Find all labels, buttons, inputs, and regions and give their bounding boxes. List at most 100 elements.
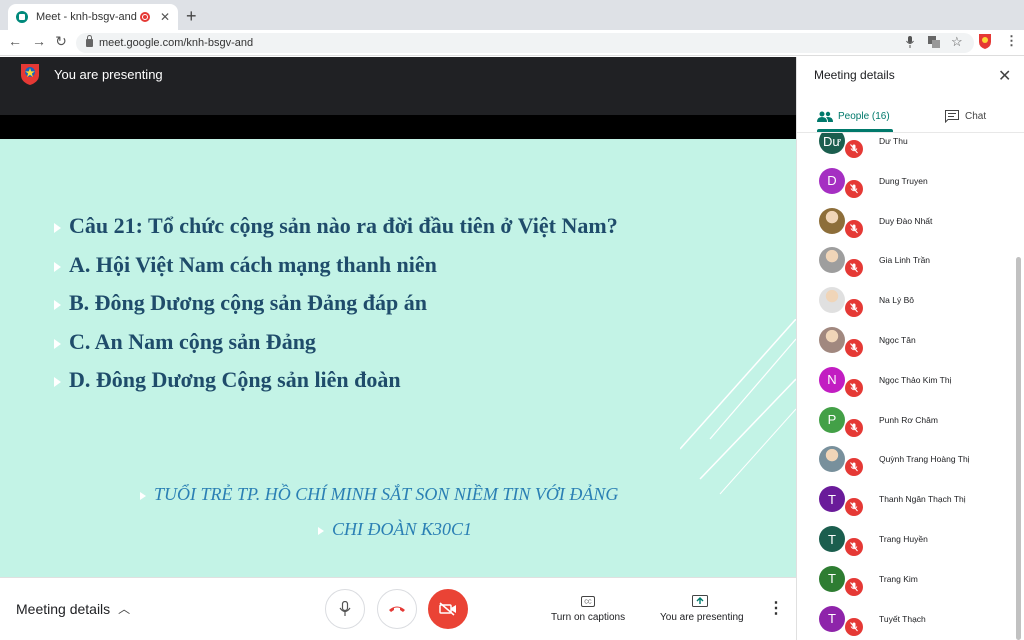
- present-screen-icon[interactable]: [692, 594, 708, 612]
- bullet-arrow-icon: [318, 526, 324, 535]
- participant-name: Ngọc Tân: [879, 335, 916, 345]
- participant-avatar: T: [819, 605, 845, 632]
- camera-off-button[interactable]: [428, 589, 468, 629]
- participant-name: Dung Truyen: [879, 175, 928, 186]
- browser-toolbar: ← → ↻ meet.google.com/knh-bsgv-and ☆ ⋮: [0, 30, 1024, 56]
- participant-row[interactable]: D Dung Truyen: [797, 167, 1015, 208]
- bullet-arrow-icon: [140, 491, 146, 500]
- tab-strip: Meet - knh-bsgv-and ✕ +: [0, 0, 1024, 30]
- participant-name: Dư Thu: [879, 136, 908, 146]
- slide-option-b-text: B. Đông Dương cộng sản Đảng đáp án: [69, 290, 427, 315]
- participant-avatar: Dư: [819, 133, 845, 154]
- more-options-icon[interactable]: ⋮: [768, 598, 784, 618]
- slide-decorative-lines: [680, 319, 796, 495]
- slide-branch-name-text: CHI ĐOÀN K30C1: [332, 519, 473, 539]
- meeting-details-label: Meeting details: [16, 600, 111, 617]
- participant-row[interactable]: Duy Đào Nhất: [797, 207, 1015, 248]
- back-icon[interactable]: ←: [6, 33, 24, 49]
- participant-name: Na Lý Bô: [879, 295, 914, 306]
- presentation-stage: You are presenting Câu 21: Tổ chức cộng …: [0, 57, 796, 577]
- slide-option-c-text: C. An Nam cộng sản Đảng: [69, 329, 316, 354]
- participant-name: Quỳnh Trang Hoàng Thị: [879, 454, 970, 465]
- leave-call-button[interactable]: [377, 589, 417, 629]
- participant-photo: [819, 446, 845, 473]
- participant-name: Gia Linh Trần: [879, 255, 931, 266]
- participant-avatar: T: [819, 526, 845, 552]
- browser-menu-icon[interactable]: ⋮: [1005, 33, 1018, 49]
- participant-row[interactable]: Na Lý Bô: [797, 287, 1015, 327]
- participant-row[interactable]: Quỳnh Trang Hoàng Thị: [797, 446, 1015, 486]
- slide-option-b: B. Đông Dương cộng sản Đảng đáp án: [54, 290, 427, 316]
- participant-name: Ngọc Thảo Kim Thị: [879, 374, 952, 385]
- participants-list[interactable]: Dư Dư Thu D Dung Truyen Duy Đào Nhất Gia Linh…: [797, 133, 1024, 640]
- participant-row[interactable]: Gia Linh Trần: [797, 247, 1015, 287]
- participant-row[interactable]: P Punh Rơ Châm: [797, 406, 1015, 447]
- forward-icon[interactable]: →: [30, 33, 48, 49]
- participant-row[interactable]: Ngọc Tân: [797, 327, 1015, 367]
- slide-option-d-text: D. Đông Dương Cộng sản liên đoàn: [69, 367, 401, 392]
- muted-microphone-icon: [845, 299, 863, 318]
- participant-avatar: T: [819, 486, 845, 513]
- profile-avatar-icon[interactable]: [978, 33, 992, 52]
- participant-name: Tuyết Thạch: [879, 613, 926, 624]
- close-panel-icon[interactable]: ✕: [998, 66, 1011, 86]
- tab-chat[interactable]: Chat: [945, 105, 986, 127]
- meet-favicon-icon: [16, 11, 28, 23]
- participant-avatar: P: [819, 406, 845, 433]
- participant-name: Trang Kim: [879, 573, 918, 584]
- tab-people-label: People (16): [838, 110, 890, 122]
- muted-microphone-icon: [845, 577, 863, 596]
- muted-microphone-icon: [845, 259, 863, 278]
- shared-slide: Câu 21: Tổ chức cộng sản nào ra đời đầu …: [0, 139, 796, 577]
- slide-motto-text: TUỔI TRẺ TP. HỒ CHÍ MINH SẮT SON NIỀM TI…: [154, 484, 619, 504]
- participant-photo: [819, 287, 845, 314]
- browser-tab[interactable]: Meet - knh-bsgv-and ✕: [8, 4, 178, 30]
- participants-scrollbar[interactable]: [1016, 257, 1021, 640]
- participant-row[interactable]: N Ngọc Thảo Kim Thị: [797, 366, 1015, 407]
- muted-microphone-icon: [845, 538, 863, 556]
- chevron-up-icon: ︿: [118, 602, 131, 616]
- meeting-details-panel: Meeting details ✕ People (16) Chat Dư Dư …: [796, 57, 1024, 640]
- muted-microphone-icon: [845, 617, 863, 636]
- presenting-button[interactable]: You are presenting: [660, 612, 744, 623]
- participant-name: Punh Rơ Châm: [879, 414, 938, 425]
- participant-photo: [819, 207, 845, 234]
- new-tab-button[interactable]: +: [186, 6, 197, 27]
- captions-icon[interactable]: CC: [581, 594, 595, 612]
- slide-option-d: D. Đông Dương Cộng sản liên đoàn: [54, 367, 401, 393]
- people-icon: [817, 111, 833, 122]
- tab-people[interactable]: People (16): [817, 105, 897, 127]
- captions-button[interactable]: Turn on captions: [551, 612, 625, 623]
- tab-chat-label: Chat: [965, 110, 987, 122]
- participant-row[interactable]: T Trang Kim: [797, 565, 1015, 606]
- participant-row[interactable]: T Tuyết Thạch: [797, 605, 1015, 640]
- participant-name: Duy Đào Nhất: [879, 215, 933, 226]
- muted-microphone-icon: [845, 140, 863, 158]
- reload-icon[interactable]: ↻: [52, 33, 70, 50]
- bullet-arrow-icon: [54, 222, 61, 233]
- bullet-arrow-icon: [54, 299, 61, 310]
- address-bar[interactable]: meet.google.com/knh-bsgv-and: [76, 33, 974, 53]
- tab-close-icon[interactable]: ✕: [160, 10, 170, 24]
- muted-microphone-icon: [845, 498, 863, 517]
- slide-branch-name: CHI ĐOÀN K30C1: [318, 519, 472, 540]
- bookmark-star-icon[interactable]: ☆: [951, 34, 963, 50]
- participant-row[interactable]: T Thanh Ngân Thạch Thị: [797, 486, 1015, 526]
- participant-row[interactable]: Dư Dư Thu: [797, 133, 1015, 168]
- presenting-banner: You are presenting: [0, 57, 796, 115]
- presenting-banner-text: You are presenting: [54, 67, 163, 82]
- tab-title: Meet - knh-bsgv-and: [36, 11, 137, 23]
- panel-title: Meeting details: [814, 68, 895, 82]
- bullet-arrow-icon: [54, 338, 61, 349]
- participant-photo: [819, 327, 845, 353]
- chat-icon: [945, 109, 959, 123]
- participant-row[interactable]: T Trang Huyền: [797, 526, 1015, 566]
- translate-icon[interactable]: [928, 36, 940, 51]
- microphone-button[interactable]: [325, 589, 365, 629]
- participant-avatar: N: [819, 366, 845, 393]
- meeting-details-toggle[interactable]: Meeting details ︿: [16, 600, 130, 617]
- svg-text:CC: CC: [584, 600, 592, 606]
- muted-microphone-icon: [845, 219, 863, 238]
- camera-off-icon: [439, 602, 456, 616]
- microphone-indicator-icon[interactable]: [906, 36, 914, 51]
